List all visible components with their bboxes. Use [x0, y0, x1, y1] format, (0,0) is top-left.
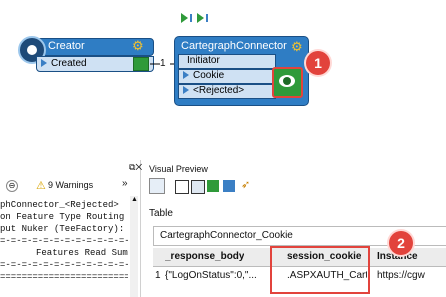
graphics-icon[interactable]: [149, 178, 165, 194]
panel-toggle-icon[interactable]: ⧉✕: [129, 162, 142, 173]
pointer-icon[interactable]: ➶: [241, 178, 250, 191]
log-line: =-=-=-=-=-=-=-=-=-=-=-=-=-: [0, 260, 128, 270]
inspect-highlight[interactable]: [272, 67, 303, 98]
warnings-count[interactable]: 9 Warnings: [48, 180, 93, 190]
table-section-label: Table: [149, 208, 173, 219]
rejected-port[interactable]: <Rejected>: [183, 85, 244, 96]
more-icon[interactable]: »: [122, 178, 128, 189]
log-line: on Feature Type Routing C: [0, 212, 128, 222]
log-line: put Nuker (TeeFactory): Cl: [0, 224, 128, 234]
cartegraph-title: CartegraphConnector: [181, 40, 287, 52]
back-icon[interactable]: ⊖: [6, 180, 18, 192]
grid-icon[interactable]: [191, 180, 205, 194]
creator-node[interactable]: Creator ⚙ Created: [18, 36, 154, 74]
created-port[interactable]: Created: [41, 58, 87, 69]
log-scrollbar[interactable]: ▲: [130, 196, 138, 297]
map-icon[interactable]: [207, 180, 219, 192]
gear-icon[interactable]: ⚙: [132, 39, 144, 52]
log-line: ===========================: [0, 272, 128, 282]
table-cell[interactable]: https://cgw: [377, 270, 446, 281]
callout-badge-1: 1: [306, 51, 330, 75]
log-toolbar: ⊖ ⚠ 9 Warnings »: [0, 176, 140, 196]
inspect-icon[interactable]: [133, 57, 149, 71]
table-icon[interactable]: [175, 180, 189, 194]
creator-title: Creator: [48, 40, 85, 52]
row-number: 1: [155, 270, 161, 281]
visual-preview-panel: ⧉✕ Visual Preview ➶ Table CartegraphConn…: [129, 160, 446, 297]
preview-toolbar: ➶: [149, 178, 269, 196]
preview-title: Visual Preview: [149, 164, 208, 174]
run-toolbar: [179, 8, 213, 28]
column-header[interactable]: _response_body: [165, 251, 244, 262]
eye-icon: [279, 75, 295, 87]
session-cookie-highlight: [270, 246, 370, 294]
table-cell[interactable]: {"LogOnStatus":0,"...: [165, 270, 275, 281]
warning-icon[interactable]: ⚠: [36, 179, 46, 192]
table-name: CartegraphConnector_Cookie: [160, 230, 293, 241]
cartegraph-node[interactable]: CartegraphConnector ⚙ Initiator Cookie <…: [174, 36, 309, 106]
initiator-port[interactable]: Initiator: [187, 55, 220, 66]
gear-icon[interactable]: ⚙: [291, 40, 303, 53]
run-icons[interactable]: [179, 8, 213, 28]
connection-count: 1: [160, 58, 166, 69]
callout-badge-2: 2: [389, 231, 413, 255]
column-header[interactable]: Instance: [377, 251, 446, 262]
image-icon[interactable]: [223, 180, 235, 192]
log-line: Features Read Sum: [36, 248, 128, 258]
log-line: =-=-=-=-=-=-=-=-=-=-=-=-=-: [0, 236, 128, 246]
log-panel: ⊖ ⚠ 9 Warnings » ▲ phConnector_<Rejected…: [0, 160, 140, 297]
log-line: phConnector_<Rejected>: [0, 200, 119, 210]
cookie-port[interactable]: Cookie: [183, 70, 224, 81]
